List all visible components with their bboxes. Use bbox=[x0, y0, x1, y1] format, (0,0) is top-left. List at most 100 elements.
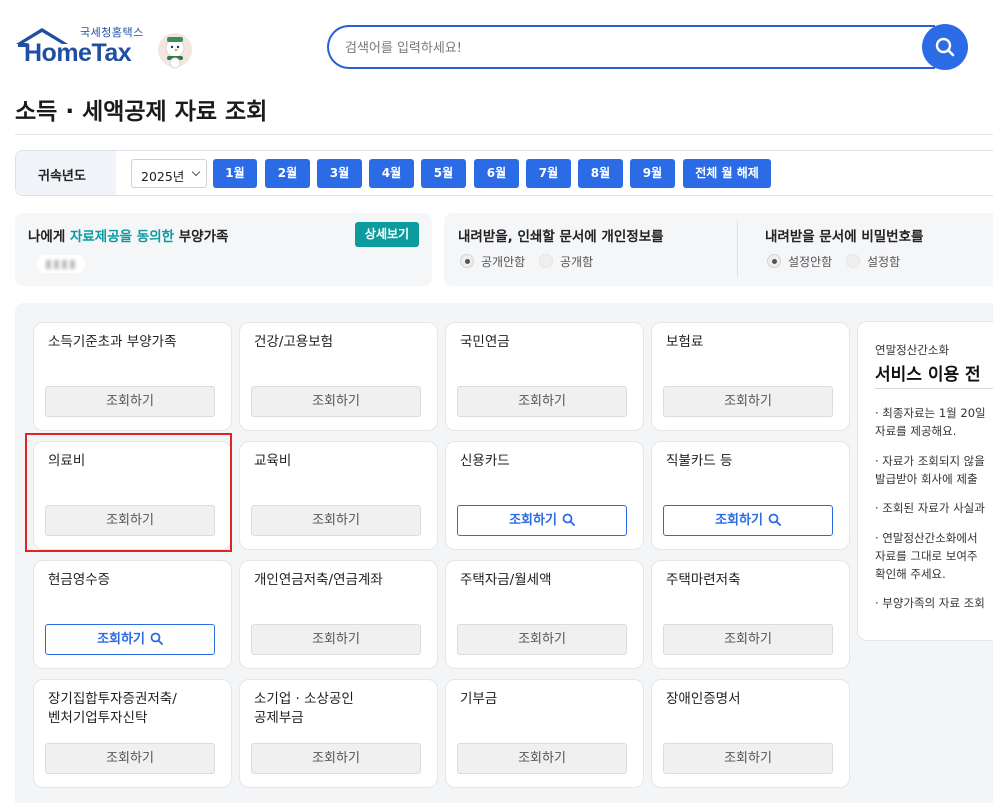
card-education-expenses: 교육비조회하기 bbox=[239, 441, 438, 550]
title-divider bbox=[15, 134, 993, 135]
dependents-text-after: 부양가족 bbox=[174, 229, 229, 245]
search-button[interactable] bbox=[922, 24, 968, 70]
logo-subtitle: 국세청홈택스 bbox=[80, 26, 144, 39]
privacy-radio-hide-label: 공개안함 bbox=[481, 255, 526, 269]
card-insurance-premium: 보험료조회하기 bbox=[651, 322, 850, 431]
year-value: 2025년 bbox=[141, 169, 185, 184]
card-long-term-fund-venture: 장기집합투자증권저축/벤처기업투자신탁조회하기 bbox=[33, 679, 232, 788]
dependents-text-highlight: 자료제공을 동의한 bbox=[69, 229, 175, 245]
month-button-6[interactable]: 6월 bbox=[474, 159, 519, 188]
year-filter-bar: 귀속년도 2025년 1월 2월 3월 4월 5월 6월 7월 8월 9월 전체… bbox=[15, 150, 993, 196]
filter-label: 귀속년도 bbox=[38, 169, 86, 184]
card-title: 보험료 bbox=[666, 334, 704, 350]
card-disability-certificate: 장애인증명서 조회하기 bbox=[651, 679, 850, 788]
lookup-button[interactable]: 조회하기 bbox=[251, 624, 421, 655]
privacy-option-heading: 내려받을, 인쇄할 문서에 개인정보를 bbox=[458, 229, 664, 245]
radio-selected-icon bbox=[460, 254, 474, 268]
card-title: 장기집합투자증권저축/벤처기업투자신탁 bbox=[48, 690, 177, 728]
hometax-logo[interactable]: 국세청홈택스 HomeTax bbox=[14, 24, 204, 74]
notice-divider bbox=[875, 388, 993, 389]
lookup-button-label: 조회하기 bbox=[724, 751, 772, 766]
password-radio-set[interactable]: 설정함 bbox=[846, 253, 916, 269]
lookup-button[interactable]: 조회하기 bbox=[251, 743, 421, 774]
card-title: 개인연금저축/연금계좌 bbox=[254, 572, 383, 588]
notice-line: · 조회된 자료가 사실과 bbox=[875, 501, 985, 515]
lookup-button-label: 조회하기 bbox=[312, 394, 360, 409]
card-title: 국민연금 bbox=[460, 334, 510, 350]
lookup-button[interactable]: 조회하기 bbox=[457, 624, 627, 655]
lookup-button-label: 조회하기 bbox=[724, 632, 772, 647]
radio-selected-icon bbox=[767, 254, 781, 268]
card-title: 건강/고용보험 bbox=[254, 334, 334, 350]
card-title: 직불카드 등 bbox=[666, 453, 733, 469]
header: 국세청홈택스 HomeTax bbox=[0, 0, 993, 78]
detail-view-button[interactable]: 상세보기 bbox=[355, 222, 419, 247]
card-excess-income-dependents: 소득기준초과 부양가족 조회하기 bbox=[33, 322, 232, 431]
lookup-button[interactable]: 조회하기 bbox=[457, 743, 627, 774]
snowman-mascot-icon bbox=[158, 33, 192, 69]
month-button-1[interactable]: 1월 bbox=[213, 159, 257, 188]
dependents-heading: 나에게 자료제공을 동의한 부양가족 bbox=[28, 225, 228, 245]
lookup-button-label: 조회하기 bbox=[518, 394, 566, 409]
lookup-button[interactable]: 조회하기 bbox=[457, 386, 627, 417]
lookup-button-label: 조회하기 bbox=[106, 751, 154, 766]
password-radio-set-label: 설정함 bbox=[867, 255, 901, 269]
month-button-3[interactable]: 3월 bbox=[317, 159, 362, 188]
notice-line: · 부양가족의 자료 조회 bbox=[875, 596, 985, 610]
lookup-button[interactable]: 조회하기 bbox=[251, 386, 421, 417]
dependents-text-before: 나에게 bbox=[28, 229, 70, 245]
year-select[interactable]: 2025년 bbox=[131, 159, 207, 188]
filter-label-box: 귀속년도 bbox=[16, 151, 116, 195]
month-button-5[interactable]: 5월 bbox=[421, 159, 466, 188]
notice-line: 확인해 주세요. bbox=[875, 567, 946, 581]
card-national-pension: 국민연금조회하기 bbox=[445, 322, 644, 431]
lookup-button-label: 조회하기 bbox=[518, 632, 566, 647]
card-title-line: 장기집합투자증권저축/ bbox=[48, 691, 177, 707]
search-icon bbox=[935, 37, 955, 57]
month-button-7[interactable]: 7월 bbox=[526, 159, 571, 188]
download-options-panel: 내려받을, 인쇄할 문서에 개인정보를 공개안함 공개함 내려받을 문서에 비밀… bbox=[444, 213, 993, 286]
notice-line: 발급받아 회사에 제출 bbox=[875, 472, 978, 486]
lookup-button[interactable]: 조회하기 bbox=[663, 386, 833, 417]
lookup-button[interactable]: 조회하기 bbox=[251, 505, 421, 536]
card-title: 주택마련저축 bbox=[666, 572, 741, 588]
dependents-panel: 나에게 자료제공을 동의한 부양가족 상세보기 bbox=[15, 213, 432, 286]
card-debit-card: 직불카드 등조회하기 bbox=[651, 441, 850, 550]
lookup-button[interactable]: 조회하기 bbox=[45, 743, 215, 774]
clear-all-months-button[interactable]: 전체 월 해제 bbox=[683, 159, 771, 188]
medical-expense-highlight bbox=[25, 433, 232, 552]
notice-line: · 최종자료는 1월 20일 bbox=[875, 406, 986, 420]
notice-line: · 자료가 조회되지 않을 bbox=[875, 454, 985, 468]
page-title: 소득 · 세액공제 자료 조회 bbox=[15, 99, 268, 125]
month-button-8[interactable]: 8월 bbox=[578, 159, 623, 188]
lookup-button[interactable]: 조회하기 bbox=[45, 624, 215, 655]
search-icon bbox=[562, 513, 575, 526]
notice-subtitle: 연말정산간소화 bbox=[875, 343, 950, 357]
lookup-button[interactable]: 조회하기 bbox=[663, 624, 833, 655]
privacy-radio-hide[interactable]: 공개안함 bbox=[460, 253, 540, 269]
lookup-button-label: 조회하기 bbox=[312, 513, 360, 528]
card-donations: 기부금조회하기 bbox=[445, 679, 644, 788]
privacy-radio-show-label: 공개함 bbox=[560, 255, 594, 269]
card-title: 신용카드 bbox=[460, 453, 510, 469]
password-radio-none[interactable]: 설정안함 bbox=[767, 253, 847, 269]
lookup-button[interactable]: 조회하기 bbox=[663, 743, 833, 774]
month-button-4[interactable]: 4월 bbox=[369, 159, 414, 188]
lookup-button[interactable]: 조회하기 bbox=[457, 505, 627, 536]
card-title: 교육비 bbox=[254, 453, 292, 469]
notice-line: · 연말정산간소화에서 bbox=[875, 531, 978, 545]
privacy-radio-show[interactable]: 공개함 bbox=[539, 253, 609, 269]
search-input[interactable] bbox=[345, 37, 905, 59]
lookup-button-label: 조회하기 bbox=[106, 394, 154, 409]
card-title-line: 벤처기업투자신탁 bbox=[48, 710, 148, 726]
month-button-2[interactable]: 2월 bbox=[265, 159, 310, 188]
search-icon bbox=[768, 513, 781, 526]
card-title: 기부금 bbox=[460, 691, 498, 707]
lookup-button[interactable]: 조회하기 bbox=[45, 386, 215, 417]
blurred-dependent-name bbox=[37, 255, 85, 273]
lookup-button-label: 조회하기 bbox=[97, 632, 145, 647]
options-divider bbox=[737, 221, 738, 277]
lookup-button[interactable]: 조회하기 bbox=[663, 505, 833, 536]
month-button-9[interactable]: 9월 bbox=[630, 159, 675, 188]
card-credit-card: 신용카드조회하기 bbox=[445, 441, 644, 550]
